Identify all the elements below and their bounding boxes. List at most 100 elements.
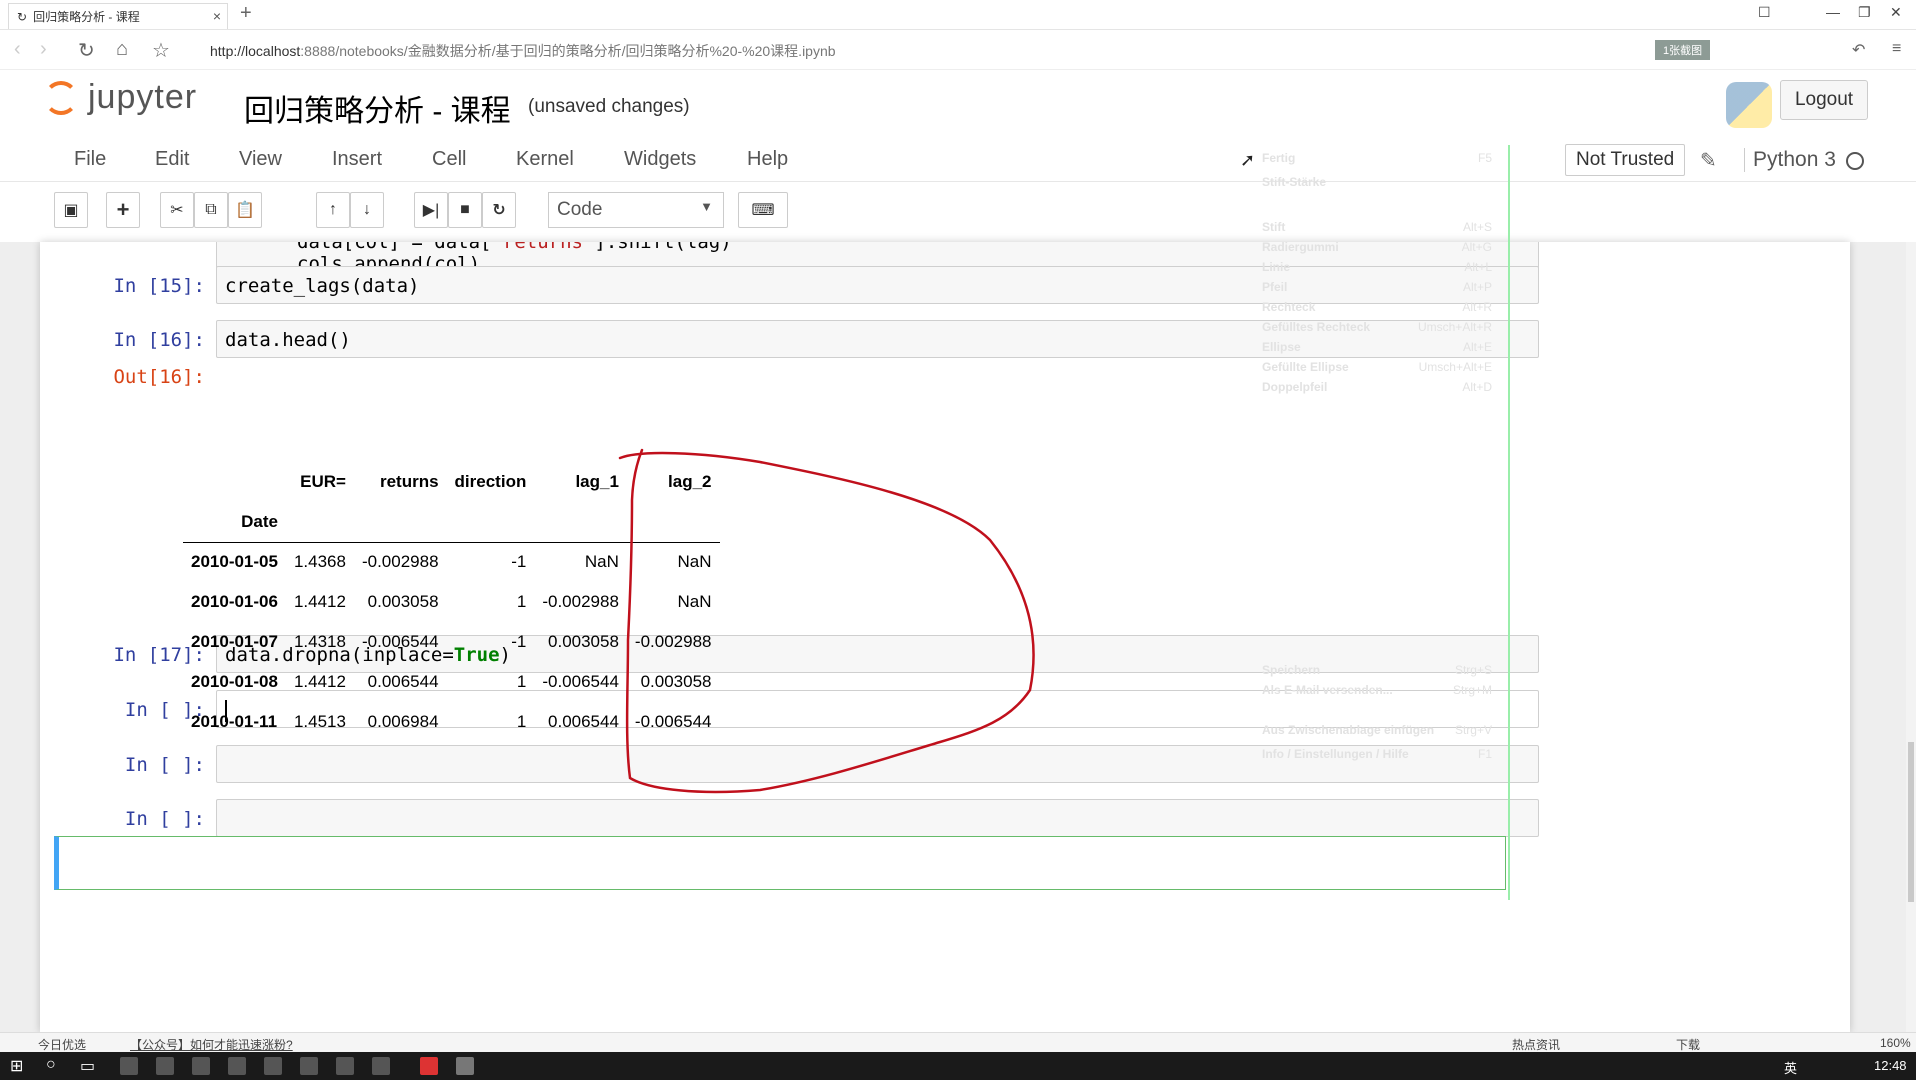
new-tab-icon[interactable]: + bbox=[240, 2, 252, 25]
screenshot-badge[interactable]: 1张截图 bbox=[1655, 40, 1711, 60]
logout-button[interactable]: Logout bbox=[1780, 80, 1868, 120]
menu-item[interactable]: Aus Zwischenablage einfügen Strg+V bbox=[1262, 723, 1502, 737]
table-cell: 1.4318 bbox=[293, 632, 346, 651]
favorites-icon[interactable]: ☐ bbox=[1758, 4, 1771, 21]
app-icon[interactable] bbox=[300, 1057, 318, 1075]
menu-kernel[interactable]: Kernel bbox=[516, 148, 574, 171]
edit-pencil-icon[interactable]: ✎ bbox=[1700, 148, 1717, 173]
table-cell: -1 bbox=[511, 552, 527, 572]
app-icon[interactable] bbox=[120, 1057, 138, 1075]
menu-item[interactable]: Gefülltes Rechteck Umsch+Alt+R bbox=[1262, 320, 1502, 334]
menu-item[interactable]: Rechteck Alt+R bbox=[1262, 300, 1502, 314]
app-icon[interactable] bbox=[456, 1057, 474, 1075]
stop-icon[interactable]: ■ bbox=[448, 192, 482, 228]
table-cell: -0.006544 bbox=[634, 712, 712, 731]
menu-item[interactable]: Stift Alt+S bbox=[1262, 220, 1502, 234]
menu-help[interactable]: Help bbox=[747, 148, 788, 171]
page-scrollbar[interactable] bbox=[1906, 242, 1916, 1032]
restart-icon[interactable]: ↻ bbox=[482, 192, 516, 228]
menu-edit[interactable]: Edit bbox=[155, 148, 189, 171]
cell-type-select[interactable]: Code ▼ bbox=[548, 192, 724, 228]
menu-item[interactable]: Doppelpfeil Alt+D bbox=[1262, 380, 1502, 394]
home-icon[interactable]: ⌂ bbox=[116, 38, 128, 61]
menu-item[interactable]: Gefüllte Ellipse Umsch+Alt+E bbox=[1262, 360, 1502, 374]
insert-cell-icon[interactable]: + bbox=[106, 192, 140, 228]
row-index: 2010-01-05 bbox=[191, 552, 278, 572]
menu-item[interactable]: Ellipse Alt+E bbox=[1262, 340, 1502, 354]
status-link[interactable]: 【公众号】如何才能迅速涨粉? bbox=[130, 1036, 293, 1053]
browser-tabbar: ↻ 回归策略分析 - 课程 × + ☐ — ❐ ✕ bbox=[0, 0, 1916, 30]
minimize-icon[interactable]: — bbox=[1826, 4, 1840, 20]
ime-indicator[interactable]: 英 bbox=[1784, 1058, 1797, 1077]
table-cell: 0.003058 bbox=[367, 592, 439, 611]
table-cell: 0.006544 bbox=[367, 672, 439, 691]
forward-icon[interactable]: › bbox=[40, 38, 47, 61]
url-host: http://localhost bbox=[210, 43, 301, 59]
undo-icon[interactable]: ↶ bbox=[1852, 40, 1865, 60]
menu-widgets[interactable]: Widgets bbox=[624, 148, 696, 171]
scrollbar-thumb[interactable] bbox=[1908, 742, 1914, 902]
notebook-title[interactable]: 回归策略分析 - 课程 bbox=[244, 86, 511, 130]
paste-icon[interactable]: 📋 bbox=[228, 192, 262, 228]
menu-view[interactable]: View bbox=[239, 148, 282, 171]
menu-item[interactable]: Radiergummi Alt+G bbox=[1262, 240, 1502, 254]
menu-item[interactable]: Pfeil Alt+P bbox=[1262, 280, 1502, 294]
folder-icon[interactable] bbox=[156, 1057, 174, 1075]
menu-insert[interactable]: Insert bbox=[332, 148, 382, 171]
browser-tab[interactable]: ↻ 回归策略分析 - 课程 × bbox=[8, 3, 228, 29]
column-header-row: EUR= returns direction lag_1 lag_2 bbox=[183, 462, 720, 502]
task-view-icon[interactable]: ▭ bbox=[80, 1056, 95, 1076]
menu-file[interactable]: File bbox=[74, 148, 106, 171]
maximize-icon[interactable]: ❐ bbox=[1858, 4, 1871, 21]
cut-icon[interactable]: ✂ bbox=[160, 192, 194, 228]
menu-item[interactable]: Linie Alt+L bbox=[1262, 260, 1502, 274]
url-field[interactable]: http://localhost:8888/notebooks/金融数据分析/基… bbox=[210, 41, 836, 61]
windows-start-icon[interactable]: ⊞ bbox=[10, 1056, 23, 1076]
status-left-text[interactable]: 今日优选 bbox=[38, 1036, 86, 1053]
app-icon[interactable] bbox=[420, 1057, 438, 1075]
zoom-level[interactable]: 160% bbox=[1880, 1036, 1911, 1050]
download-link[interactable]: 下载 bbox=[1676, 1036, 1700, 1053]
search-icon[interactable]: ○ bbox=[46, 1056, 56, 1074]
app-icon[interactable] bbox=[372, 1057, 390, 1075]
close-tab-icon[interactable]: × bbox=[213, 8, 221, 24]
menu-cell[interactable]: Cell bbox=[432, 148, 466, 171]
menu-item[interactable]: Stift-Stärke bbox=[1262, 175, 1502, 189]
news-link[interactable]: 热点资讯 bbox=[1512, 1036, 1560, 1053]
menu-item[interactable]: Info / Einstellungen / Hilfe F1 bbox=[1262, 747, 1502, 761]
index-name: Date bbox=[241, 511, 278, 531]
column-header: lag_2 bbox=[668, 472, 712, 491]
input-prompt: In [15]: bbox=[113, 275, 205, 297]
reload-icon[interactable]: ↻ bbox=[78, 38, 95, 63]
close-window-icon[interactable]: ✕ bbox=[1890, 4, 1902, 21]
jupyter-header: jupyter 回归策略分析 - 课程 (unsaved changes) Lo… bbox=[0, 70, 1916, 140]
menu-item[interactable]: Fertig F5 bbox=[1262, 151, 1502, 165]
input-prompt: In [ ]: bbox=[124, 754, 205, 776]
jupyter-logo[interactable]: jupyter bbox=[44, 78, 197, 117]
app-icon[interactable] bbox=[336, 1057, 354, 1075]
app-icon[interactable] bbox=[192, 1057, 210, 1075]
not-trusted-button[interactable]: Not Trusted bbox=[1565, 144, 1686, 176]
menu-item[interactable]: Als E-Mail versenden... Strg+M bbox=[1262, 683, 1502, 697]
input-prompt: In [ ]: bbox=[124, 699, 205, 721]
app-icon[interactable] bbox=[228, 1057, 246, 1075]
star-icon[interactable]: ☆ bbox=[152, 38, 170, 63]
clock[interactable]: 12:48 bbox=[1874, 1058, 1907, 1073]
mouse-pointer-icon: ➚ bbox=[1240, 150, 1256, 170]
move-up-icon[interactable]: ↑ bbox=[316, 192, 350, 228]
menu-item[interactable]: Speichern Strg+S bbox=[1262, 663, 1502, 677]
windows-taskbar: ⊞ ○ ▭ 英 12:48 bbox=[0, 1052, 1916, 1080]
back-icon[interactable]: ‹ bbox=[14, 38, 21, 61]
menu-icon[interactable]: ≡ bbox=[1892, 40, 1901, 58]
save-icon[interactable]: ▣ bbox=[54, 192, 88, 228]
column-header: lag_1 bbox=[575, 472, 619, 491]
table-cell: 0.006984 bbox=[367, 712, 439, 731]
copy-icon[interactable]: ⧉ bbox=[194, 192, 228, 228]
keyboard-icon[interactable]: ⌨ bbox=[738, 192, 788, 228]
app-icon[interactable] bbox=[264, 1057, 282, 1075]
table-cell: 1 bbox=[516, 712, 527, 731]
table-row: 2010-01-05 1.4368 -0.002988 -1 NaN NaN bbox=[183, 542, 720, 582]
run-icon[interactable]: ▶| bbox=[414, 192, 448, 228]
code-line: data.head() bbox=[225, 329, 351, 351]
move-down-icon[interactable]: ↓ bbox=[350, 192, 384, 228]
